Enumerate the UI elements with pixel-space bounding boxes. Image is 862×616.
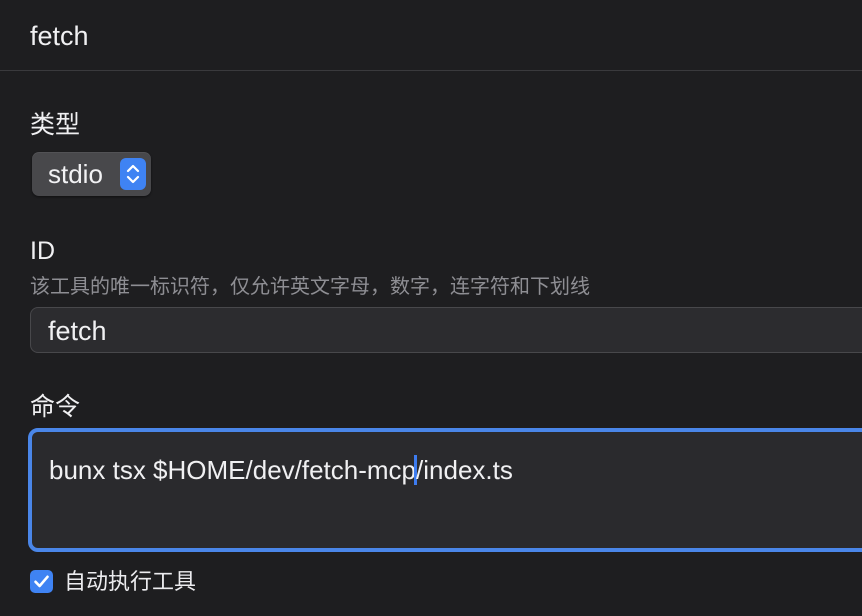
- command-label: 命令: [30, 393, 81, 421]
- id-field[interactable]: fetch: [30, 307, 862, 353]
- panel-header: fetch: [0, 0, 862, 71]
- id-hint: 该工具的唯一标识符，仅允许英文字母，数字，连字符和下划线: [30, 276, 590, 298]
- type-label: 类型: [30, 111, 81, 139]
- id-label: ID: [30, 237, 55, 265]
- panel-title: fetch: [30, 21, 89, 51]
- type-select[interactable]: stdio: [32, 152, 151, 196]
- id-field-value: fetch: [48, 316, 107, 346]
- chevron-up-down-icon[interactable]: [120, 158, 146, 190]
- command-value: bunx tsx $HOME/dev/fetch-mcp/index.ts: [49, 454, 513, 486]
- auto-execute-checkbox[interactable]: [30, 570, 53, 593]
- type-select-value: stdio: [48, 159, 103, 189]
- command-value-before-caret: bunx tsx $HOME/dev/fetch-mcp: [49, 455, 417, 485]
- auto-execute-label: 自动执行工具: [64, 569, 197, 594]
- command-value-after-caret: /index.ts: [416, 455, 513, 485]
- checkmark-icon: [34, 575, 49, 588]
- mcp-tool-settings-panel: fetch 类型 stdio ID 该工具的唯一标识符，仅允许英文字母，数字，连…: [0, 0, 862, 616]
- command-textarea[interactable]: bunx tsx $HOME/dev/fetch-mcp/index.ts: [28, 428, 862, 552]
